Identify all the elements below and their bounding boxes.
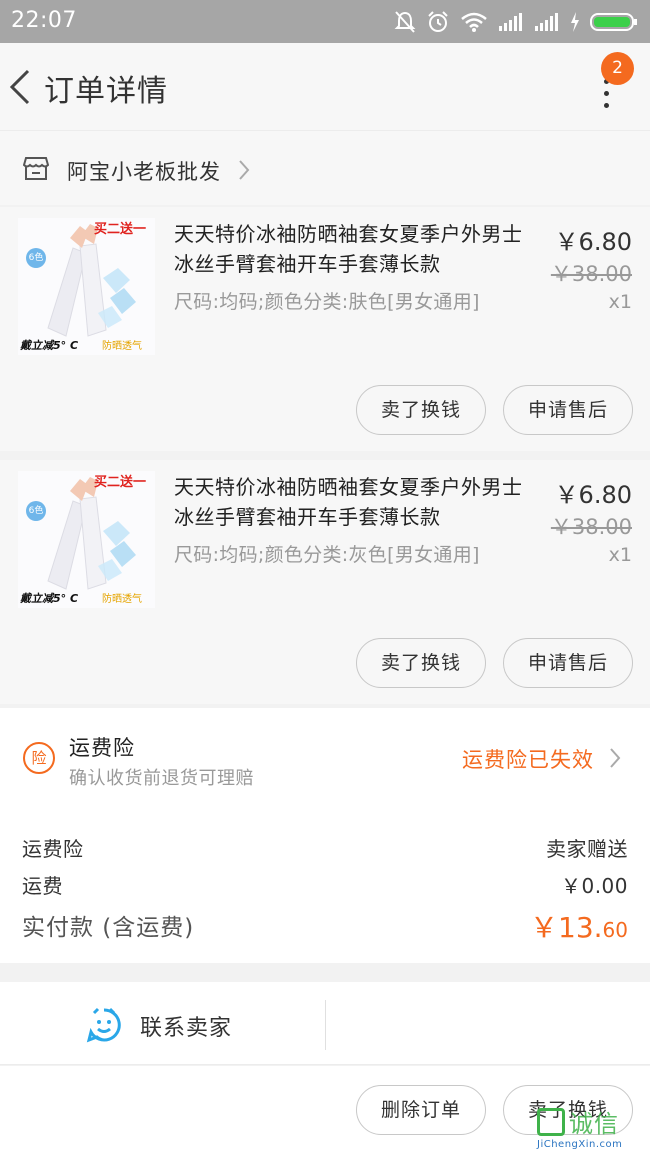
- sell-for-cash-button[interactable]: 卖了换钱: [356, 385, 486, 435]
- watermark-logo: 诚信 JiChengXin.com: [532, 1104, 650, 1155]
- summary-label: 运费险: [22, 837, 84, 861]
- product-image[interactable]: 6色 买二送一 戴立减5° C 防晒透气: [18, 218, 155, 355]
- promo-label: 买二送一: [94, 475, 147, 490]
- product-price: ￥6.80: [554, 481, 632, 509]
- watermark-text: 诚信: [569, 1110, 619, 1138]
- product-title[interactable]: 天天特价冰袖防晒袖套女夏季户外男士冰丝手臂套袖开车手套薄长款: [174, 219, 529, 279]
- contact-bar: 联系卖家: [0, 982, 650, 1065]
- back-button[interactable]: [6, 65, 36, 109]
- insurance-subtitle: 确认收货前退货可理赔: [69, 768, 254, 789]
- product-sku: 尺码:均码;颜色分类:肤色[男女通用]: [174, 291, 480, 313]
- product-image[interactable]: 6色 买二送一 戴立减5° C 防晒透气: [18, 471, 155, 608]
- chat-face-icon: [86, 1007, 121, 1043]
- signal-icon: [535, 13, 558, 31]
- product-sku: 尺码:均码;颜色分类:灰色[男女通用]: [174, 544, 480, 566]
- summary-value: ￥0.00: [560, 874, 628, 898]
- status-icons: [394, 8, 638, 36]
- divider: [325, 1000, 326, 1050]
- watermark-box-icon: [537, 1108, 565, 1136]
- signal-icon: [499, 13, 522, 31]
- after-sales-button[interactable]: 申请售后: [503, 638, 633, 688]
- chevron-left-icon: [9, 69, 30, 105]
- paid-amount-cents: 60: [602, 918, 628, 942]
- delete-order-button[interactable]: 删除订单: [356, 1085, 486, 1135]
- promo-label: 买二送一: [94, 222, 147, 237]
- image-tag-right: 防晒透气: [102, 341, 142, 352]
- charging-icon: [571, 12, 579, 32]
- status-time: 22:07: [11, 8, 77, 33]
- summary-value: 卖家赠送: [546, 837, 628, 861]
- wifi-icon: [461, 12, 487, 32]
- status-bar: 22:07: [0, 0, 650, 43]
- paid-amount-main: ￥13.: [530, 911, 603, 944]
- mute-icon: [394, 11, 416, 33]
- product-title[interactable]: 天天特价冰袖防晒袖套女夏季户外男士冰丝手臂套袖开车手套薄长款: [174, 472, 529, 532]
- chevron-right-icon: [239, 160, 250, 180]
- shop-row[interactable]: 阿宝小老板批发: [0, 130, 650, 205]
- header: 订单详情 2: [0, 43, 650, 130]
- product-price: ￥6.80: [554, 228, 632, 256]
- store-icon: [23, 157, 49, 180]
- battery-icon: [590, 13, 637, 31]
- product-arms-image: [18, 471, 155, 608]
- more-dot-icon: [604, 91, 609, 96]
- quantity: x1: [608, 291, 632, 313]
- watermark-url: JiChengXin.com: [537, 1139, 623, 1150]
- original-price: ￥38.00: [550, 262, 632, 286]
- image-tag-left: 戴立减5° C: [20, 592, 79, 605]
- more-dot-icon: [604, 103, 609, 108]
- color-count-badge: 6色: [26, 248, 46, 268]
- contact-seller-button[interactable]: 联系卖家: [0, 982, 325, 1065]
- product-arms-image: [18, 218, 155, 355]
- page-title: 订单详情: [44, 74, 168, 109]
- color-count-badge: 6色: [26, 501, 46, 521]
- quantity: x1: [608, 544, 632, 566]
- order-item[interactable]: 6色 买二送一 戴立减5° C 防晒透气 天天特价冰袖防晒袖套女夏季户外男士冰丝…: [0, 460, 650, 704]
- paid-amount-label: 实付款 (含运费): [22, 915, 195, 941]
- alarm-icon: [428, 11, 448, 32]
- original-price: ￥38.00: [550, 515, 632, 539]
- contact-seller-label: 联系卖家: [140, 1016, 233, 1041]
- insurance-title: 运费险: [69, 736, 135, 760]
- paid-amount: ￥13.60: [530, 906, 628, 946]
- chevron-right-icon: [610, 748, 621, 768]
- insurance-status: 运费险已失效: [462, 748, 594, 772]
- sell-for-cash-button[interactable]: 卖了换钱: [356, 638, 486, 688]
- after-sales-button[interactable]: 申请售后: [503, 385, 633, 435]
- shop-name: 阿宝小老板批发: [67, 160, 221, 184]
- shipping-insurance-row[interactable]: 险 运费险 确认收货前退货可理赔 运费险已失效: [0, 708, 650, 800]
- price-summary: 运费险 卖家赠送 运费 ￥0.00 实付款 (含运费) ￥13.60: [0, 800, 650, 963]
- image-tag-left: 戴立减5° C: [20, 339, 79, 352]
- order-item[interactable]: 6色 买二送一 戴立减5° C 防晒透气 天天特价冰袖防晒袖套女夏季户外男士冰丝…: [0, 207, 650, 451]
- image-tag-right: 防晒透气: [102, 594, 142, 605]
- insurance-icon: 险: [23, 742, 55, 774]
- notification-badge: 2: [601, 52, 634, 85]
- summary-label: 运费: [22, 874, 63, 898]
